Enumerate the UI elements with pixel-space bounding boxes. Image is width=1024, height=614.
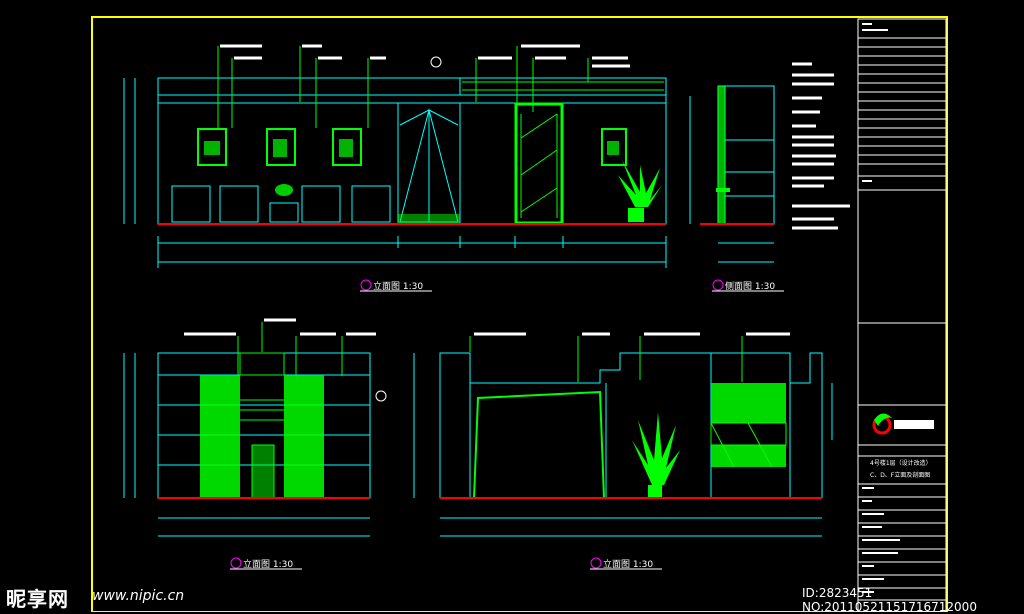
section-view-2: [689, 62, 850, 263]
elevation-view-1: [123, 44, 667, 268]
sheet-name: C、D、F立面及剖面图: [870, 471, 930, 479]
view-title-2: 侧面图 1:30: [725, 280, 775, 292]
view-title-4: 立面图 1:30: [603, 558, 653, 570]
view-title-3: 立面图 1:30: [243, 558, 293, 570]
company-logo: [872, 413, 934, 435]
project-name: 4号楼1层（设计改造）: [870, 459, 932, 467]
sheet-frame: [91, 16, 948, 612]
elevation-view-4: [413, 332, 833, 537]
watermark-id: ID:2823451 NO:20110521151716712000: [802, 586, 977, 614]
watermark-url: www.nipic.cn: [92, 588, 185, 604]
view-title-1: 立面图 1:30: [373, 280, 423, 292]
title-block: 4号楼1层（设计改造） C、D、F立面及剖面图: [857, 18, 947, 612]
watermark-logo: 昵享网: [6, 587, 69, 611]
elevation-view-3: [123, 318, 387, 537]
cad-drawing: 立面图 1:30 侧面图 1:30 立面图 1:30 立面图 1:30 4号楼1…: [91, 16, 948, 612]
